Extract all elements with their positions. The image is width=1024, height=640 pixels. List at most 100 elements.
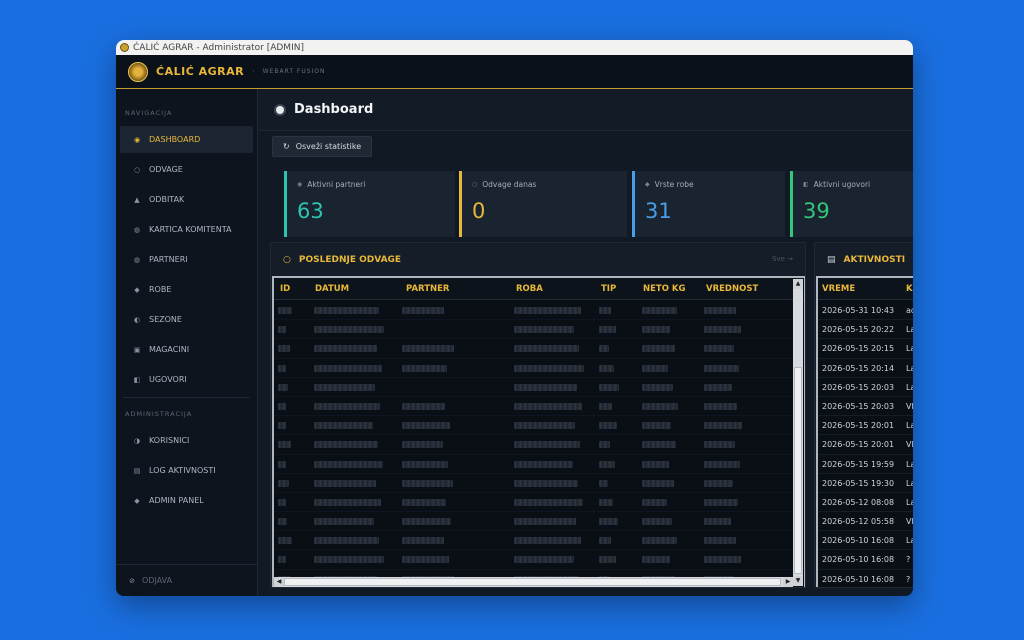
table-row[interactable] (274, 301, 804, 321)
redacted-cell (642, 479, 674, 487)
table-row[interactable] (274, 397, 804, 417)
sidebar-item-log-aktivnosti[interactable]: ▤ LOG AKTIVNOSTI (120, 457, 253, 484)
col-partner[interactable]: PARTNER (406, 284, 449, 294)
activity-row[interactable]: 2026-05-15 20:14 La (818, 359, 913, 378)
col-neto-kg[interactable]: NETO KG (643, 284, 685, 294)
table-row[interactable] (274, 493, 804, 513)
sidebar-item-sezone[interactable]: ◐ SEZONE (120, 306, 253, 333)
logout-label: ODJAVA (142, 576, 173, 585)
view-all-link[interactable]: Sve → (772, 255, 793, 263)
table-row[interactable] (274, 435, 804, 455)
activity-user: ad (906, 306, 913, 315)
table-row[interactable] (274, 512, 804, 532)
redacted-cell (278, 556, 286, 564)
sidebar-item-admin-panel[interactable]: ◆ ADMIN PANEL (120, 487, 253, 514)
table-row[interactable] (274, 455, 804, 474)
activity-row[interactable]: 2026-05-10 16:08 La (818, 531, 913, 551)
scroll-up-icon[interactable]: ▲ (793, 279, 803, 289)
table-row[interactable] (274, 339, 804, 359)
activity-row[interactable]: 2026-05-10 16:08? (818, 570, 913, 587)
redacted-cell (514, 307, 581, 314)
scroll-left-icon[interactable]: ◀ (274, 577, 284, 587)
redacted-cell (704, 460, 740, 468)
redacted-cell (278, 498, 286, 506)
scroll-down-icon[interactable]: ▼ (793, 576, 803, 586)
redacted-cell (599, 556, 616, 564)
brand-separator: · (252, 67, 255, 76)
activity-row[interactable]: 2026-05-10 16:08? (818, 550, 913, 570)
table-row[interactable] (274, 531, 804, 551)
activity-time: 2026-05-15 19:30 (822, 478, 895, 488)
sidebar-item-korisnici[interactable]: ◑ KORISNICI (120, 427, 253, 454)
sidebar-item-odvage[interactable]: ○ ODVAGE (120, 156, 253, 183)
activity-row[interactable]: 2026-05-12 05:58 Vla (818, 512, 913, 532)
refresh-stats-button[interactable]: ↻ Osveži statistike (272, 136, 373, 157)
table-row[interactable] (274, 378, 804, 397)
app-header: ĆALIĆ AGRAR · WEBART FUSION (116, 55, 913, 89)
stat-value: 31 (645, 199, 672, 223)
activity-user: La (906, 478, 913, 488)
activity-row[interactable]: 2026-05-15 20:03 Vla (818, 397, 913, 417)
activity-row[interactable]: 2026-05-15 19:30 La (818, 474, 913, 493)
activity-row[interactable]: 2026-05-15 20:15 La (818, 339, 913, 359)
activity-user: La (906, 421, 913, 431)
col-vreme[interactable]: VREME (822, 284, 855, 294)
col-datum[interactable]: DATUM (315, 284, 349, 294)
scroll-thumb[interactable] (794, 367, 802, 574)
horizontal-scrollbar[interactable]: ◀ ▶ (274, 577, 793, 587)
redacted-cell (642, 422, 671, 430)
diamond-icon: ◆ (134, 285, 140, 294)
table-row[interactable] (274, 550, 804, 570)
sidebar-item-magacini[interactable]: ▣ MAGACINI (120, 336, 253, 363)
sidebar-item-label: KORISNICI (149, 436, 190, 445)
circle-icon: ○ (283, 254, 291, 265)
col-korisnik[interactable]: K (906, 284, 913, 294)
refresh-icon: ↻ (283, 142, 290, 151)
vertical-scrollbar[interactable]: ▲ ▼ (793, 279, 803, 586)
redacted-cell (278, 364, 286, 372)
activity-row[interactable]: 2026-05-15 20:22 La (818, 320, 913, 340)
activity-row[interactable]: 2026-05-15 20:01 La (818, 416, 913, 436)
col-roba[interactable]: ROBA (516, 284, 543, 294)
activity-row[interactable]: 2026-05-15 19:59 La (818, 455, 913, 474)
activity-row[interactable]: 2026-05-12 08:08 La (818, 493, 913, 513)
redacted-cell (514, 422, 575, 430)
logout-button[interactable]: ⊘ ODJAVA (116, 564, 257, 596)
col-vrednost[interactable]: VREDNOST (706, 284, 758, 294)
table-row[interactable] (274, 416, 804, 436)
scroll-right-icon[interactable]: ▶ (783, 577, 793, 587)
sidebar-item-dashboard[interactable]: ◉ DASHBOARD (120, 126, 253, 153)
redacted-cell (599, 402, 612, 410)
table-row[interactable] (274, 359, 804, 378)
table-row[interactable] (274, 474, 804, 493)
sidebar-item-ugovori[interactable]: ◧ UGOVORI (120, 366, 253, 393)
redacted-cell (278, 307, 292, 314)
logout-icon: ⊘ (129, 576, 135, 585)
activity-row[interactable]: 2026-05-15 20:01 Vla (818, 435, 913, 455)
panel-title: POSLEDNJE ODVAGE (298, 254, 402, 265)
stat-label: Aktivni ugovori (813, 180, 871, 189)
window-title: ĆALIĆ AGRAR - Administrator [ADMIN] (133, 42, 304, 53)
scroll-thumb-h[interactable] (284, 578, 781, 586)
redacted-cell (599, 537, 611, 545)
redacted-cell (599, 364, 614, 372)
redacted-cell (514, 364, 584, 372)
sidebar-item-partneri[interactable]: ◍ PARTNERI (120, 246, 253, 273)
redacted-cell (642, 364, 668, 372)
table-row[interactable] (274, 320, 804, 340)
sidebar-item-odbitak[interactable]: ▲ ODBITAK (120, 186, 253, 213)
sidebar-item-robe[interactable]: ◆ ROBE (120, 276, 253, 303)
redacted-cell (599, 479, 608, 487)
col-tip[interactable]: TIP (601, 284, 616, 294)
redacted-cell (314, 364, 382, 372)
panel-title: AKTIVNOSTI (843, 254, 906, 265)
activity-row[interactable]: 2026-05-15 20:03 La (818, 378, 913, 397)
redacted-cell (514, 537, 581, 545)
activity-time: 2026-05-10 16:08 (822, 574, 895, 584)
col-id[interactable]: ID (280, 284, 290, 294)
redacted-cell (514, 326, 574, 334)
sidebar-item-kartica-komitenta[interactable]: ◍ KARTICA KOMITENTA (120, 216, 253, 243)
redacted-cell (314, 345, 377, 353)
activity-row[interactable]: 2026-05-31 10:43 ad (818, 301, 913, 321)
partners-icon: ◍ (133, 255, 141, 264)
